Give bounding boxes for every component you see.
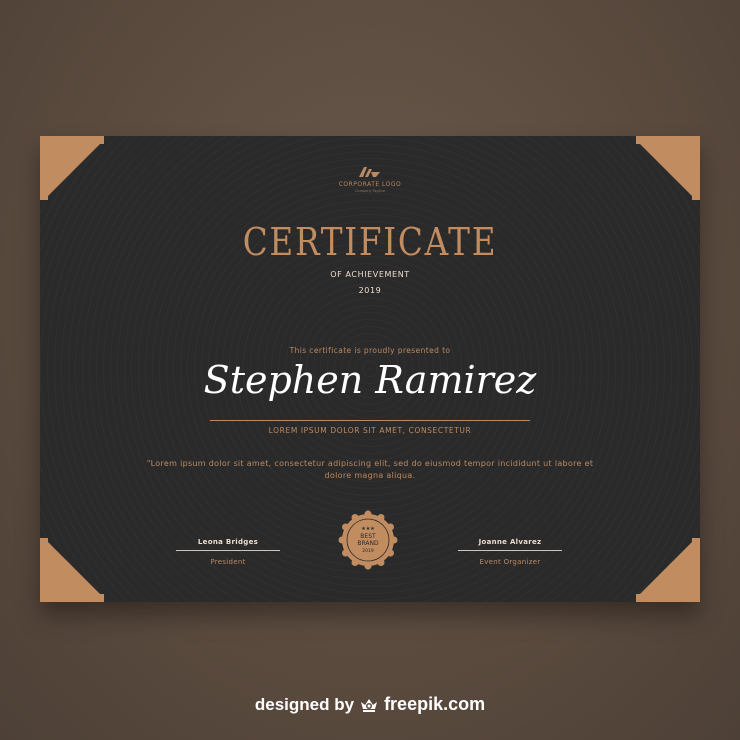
certificate-title: CERTIFICATE	[242, 220, 498, 264]
seal-line1: BEST	[360, 533, 376, 540]
corner-ornament-bottom-left	[40, 538, 104, 602]
logo-text: CORPORATE LOGO	[338, 181, 402, 188]
signature-role: Event Organizer	[479, 558, 541, 566]
recipient-name: Stephen Ramirez	[203, 358, 537, 402]
signature-line	[458, 550, 562, 551]
certificate-description: "Lorem ipsum dolor sit amet, consectetur…	[146, 459, 594, 480]
signature-block-president: Leona Bridges President	[176, 538, 280, 566]
freepik-crown-icon	[361, 698, 378, 712]
certificate-year: 2019	[358, 286, 382, 295]
recipient-underline	[210, 420, 530, 421]
seal-stars: ★★★	[361, 526, 375, 532]
seal-year: 2019	[362, 548, 374, 554]
presented-to-text: This certificate is proudly presented to	[289, 346, 451, 355]
recipient-subtitle: LOREM IPSUM DOLOR SIT AMET, CONSECTETUR	[268, 426, 472, 435]
signature-name: Leona Bridges	[197, 538, 259, 546]
certificate-subtitle: OF ACHIEVEMENT	[330, 270, 410, 279]
credit-brand: freepik.com	[384, 694, 486, 714]
freepik-credit: designed by freepik.com	[0, 694, 740, 715]
signature-name: Joanne Alvarez	[478, 538, 542, 546]
corporate-logo: CORPORATE LOGO Company Tagline	[40, 166, 700, 193]
certificate-card: CORPORATE LOGO Company Tagline CERTIFICA…	[40, 136, 700, 602]
signature-line	[176, 550, 280, 551]
signature-block-organizer: Joanne Alvarez Event Organizer	[458, 538, 562, 566]
monogram-logo-icon	[359, 167, 380, 177]
corner-ornament-bottom-right	[636, 538, 700, 602]
logo-tagline: Company Tagline	[354, 189, 385, 193]
best-brand-seal: ★★★ BEST BRAND 2019	[338, 510, 398, 570]
credit-prefix: designed by	[254, 694, 355, 714]
signature-role: President	[210, 558, 246, 566]
seal-line2: BRAND	[357, 540, 379, 547]
